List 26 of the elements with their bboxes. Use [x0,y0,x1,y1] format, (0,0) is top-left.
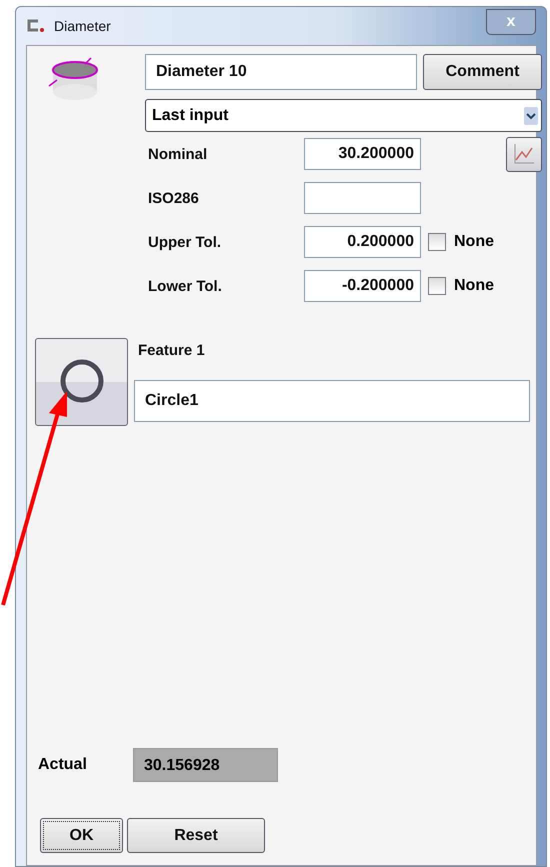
circle-feature-button[interactable] [35,338,128,426]
field-label: Nominal [148,146,208,162]
window-title: Diameter [54,18,111,34]
chart-button[interactable] [506,136,542,172]
ok-button[interactable]: OK [40,818,123,853]
field-label: ISO286 [148,190,200,206]
mode-dropdown[interactable]: Last input [145,99,542,132]
checkbox[interactable] [428,277,446,295]
checkbox[interactable] [428,233,446,251]
number-field[interactable]: 30.200000 [304,138,421,170]
chevron-down-icon [524,106,538,124]
comment-button[interactable]: Comment [423,54,542,90]
number-field[interactable]: 0.200000 [304,226,421,258]
reset-button[interactable]: Reset [127,818,265,853]
actual-label: Actual [38,756,88,774]
actual-field: 30.156928 [133,748,278,782]
feature-label: Feature 1 [138,342,206,361]
field-label: Lower Tol. [148,278,223,294]
name-field[interactable]: Diameter 10 [145,54,417,90]
line-chart-icon [512,142,536,166]
feature-field[interactable]: Circle1 [134,380,530,422]
checkbox-label: None [454,233,494,251]
number-field[interactable] [304,182,421,214]
number-field[interactable]: -0.200000 [304,270,421,302]
field-label: Upper Tol. [148,234,222,250]
checkbox-label: None [454,277,494,295]
